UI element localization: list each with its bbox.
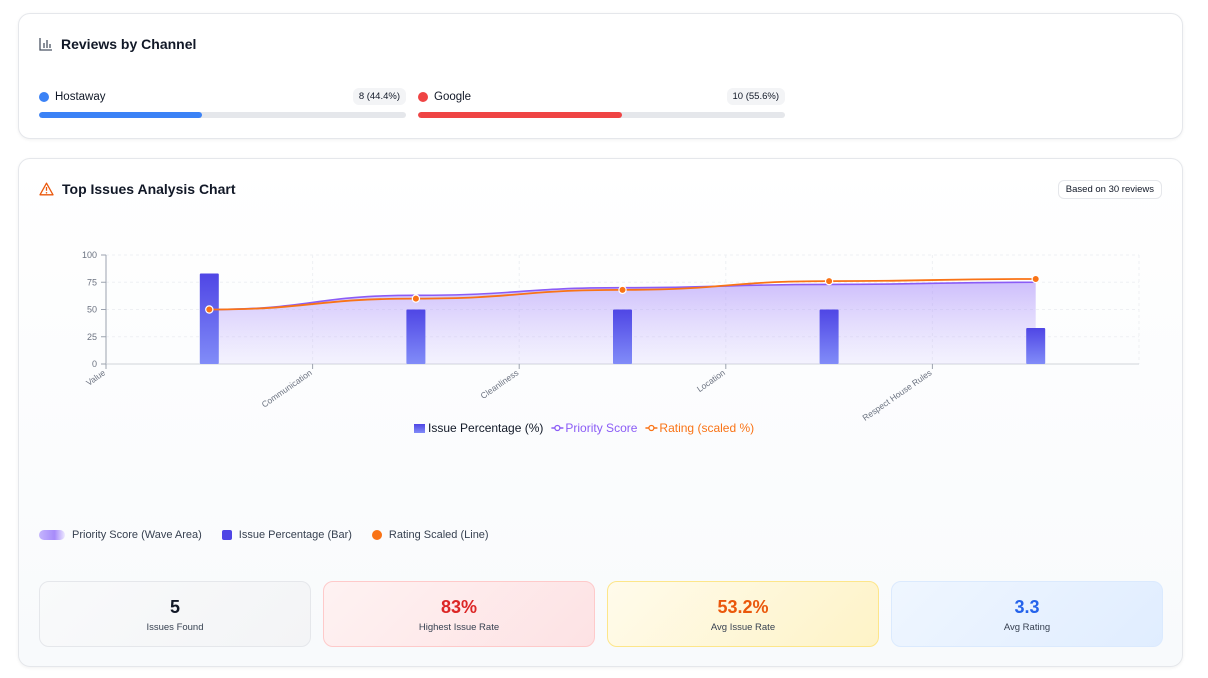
stat-issues-found: 5 Issues Found [39, 581, 311, 647]
bar-swatch [221, 530, 232, 540]
channel-progress-fill [418, 112, 623, 118]
chart-key: Priority Score (Wave Area) Issue Percent… [39, 529, 489, 541]
issue-percentage-bar [406, 309, 426, 364]
key-line-label: Rating Scaled (Line) [388, 529, 489, 541]
issue-percentage-bar [819, 309, 839, 364]
stat-label: Avg Issue Rate [710, 622, 776, 633]
x-tick-label: Location [695, 367, 727, 394]
channel-name: Google [434, 91, 472, 103]
reviews-count-pill: Based on 30 reviews [1057, 180, 1162, 199]
stat-value: 5 [169, 597, 180, 617]
reviews-by-channel-card: Reviews by Channel Hostaway 8 (44.4%) Go… [18, 13, 1183, 139]
warning-icon [39, 182, 54, 196]
issues-card-title: Top Issues Analysis Chart [39, 181, 236, 197]
stat-value: 3.3 [1014, 597, 1040, 617]
stat-value: 83% [440, 597, 478, 617]
key-line: Rating Scaled (Line) [371, 529, 489, 541]
legend-marker [554, 424, 561, 432]
issue-percentage-bar [613, 309, 632, 364]
stat-label: Issues Found [146, 622, 204, 633]
legend-label: Issue Percentage (%) [428, 421, 543, 435]
rating-point [205, 305, 214, 314]
rating-point [618, 285, 627, 295]
key-wave-label: Priority Score (Wave Area) [72, 529, 202, 541]
stat-highest-issue-rate: 83% Highest Issue Rate [323, 581, 595, 647]
channel-google: Google 10 (55.6%) [418, 88, 785, 118]
stat-value: 53.2% [717, 597, 769, 617]
y-tick-label: 25 [87, 332, 97, 342]
key-bar: Issue Percentage (Bar) [221, 529, 352, 541]
stat-avg-issue-rate: 53.2% Avg Issue Rate [607, 581, 879, 647]
channel-progress-track [418, 112, 785, 118]
x-tick-label: Respect House Rules [860, 367, 933, 422]
rating-point [411, 294, 421, 303]
issue-percentage-bar [1026, 328, 1046, 364]
wave-swatch [39, 530, 65, 540]
channel-progress-fill [39, 112, 202, 118]
stat-label: Avg Rating [1003, 622, 1051, 633]
channel-hostaway: Hostaway 8 (44.4%) [39, 88, 406, 118]
rating-point [1031, 274, 1040, 284]
legend-bar-swatch [414, 424, 425, 433]
issue-percentage-bar [199, 273, 219, 364]
legend-label: Rating (scaled %) [659, 421, 754, 435]
legend-marker [648, 424, 655, 432]
y-tick-label: 50 [87, 305, 97, 315]
stat-avg-rating: 3.3 Avg Rating [891, 581, 1163, 647]
rating-point [824, 276, 834, 286]
x-tick-label: Cleanliness [479, 367, 521, 400]
issues-title-text: Top Issues Analysis Chart [62, 181, 236, 197]
channel-progress-track [39, 112, 406, 118]
legend-label: Priority Score [565, 421, 637, 435]
issues-combo-chart: 0 25 50 75 100 Value Communication Cleanliness L… [82, 250, 1140, 435]
x-tick-label: Value [84, 367, 107, 387]
y-tick-label: 75 [87, 277, 97, 287]
top-issues-card: Top Issues Analysis Chart Based on 30 re… [18, 158, 1183, 667]
channels-title-text: Reviews by Channel [61, 36, 197, 52]
channels-card-title: Reviews by Channel [39, 36, 196, 52]
y-tick-label: 100 [82, 250, 97, 260]
google-dot [418, 92, 428, 102]
line-swatch [371, 530, 382, 540]
y-tick-label: 0 [92, 359, 97, 369]
key-wave: Priority Score (Wave Area) [39, 529, 202, 541]
channel-count-badge: 8 (44.4%) [352, 88, 406, 105]
channel-count-badge: 10 (55.6%) [726, 88, 785, 105]
stat-label: Highest Issue Rate [418, 622, 500, 633]
key-bar-label: Issue Percentage (Bar) [238, 529, 352, 541]
hostaway-dot [39, 92, 49, 102]
bar-chart-icon [39, 38, 52, 51]
channel-name: Hostaway [55, 91, 106, 103]
x-tick-label: Communication [260, 367, 314, 409]
